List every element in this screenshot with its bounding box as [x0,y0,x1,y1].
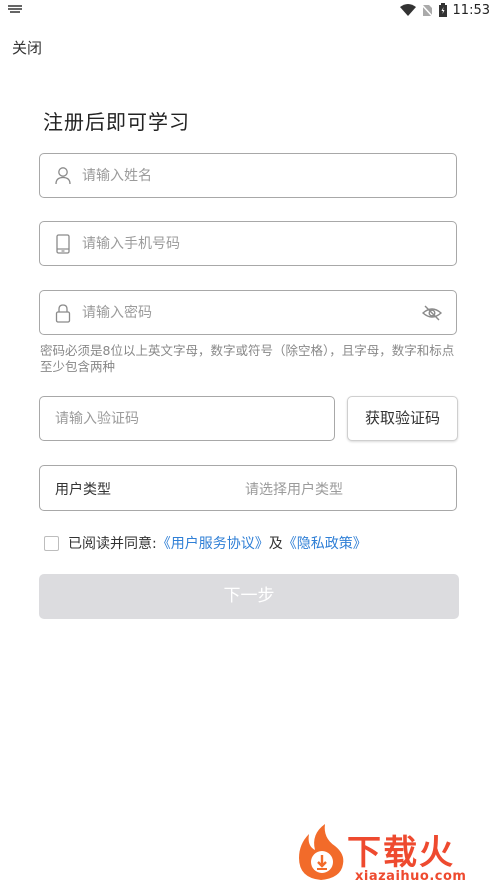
verify-code-field[interactable] [39,396,335,441]
agreement-row: 已阅读并同意: 《用户服务协议》 及 《隐私政策》 [44,534,367,552]
phone-field[interactable] [39,221,457,266]
user-type-select[interactable]: 用户类型 请选择用户类型 [39,465,457,511]
flame-logo-icon [299,824,344,880]
watermark-title: 下载火 [347,833,455,873]
close-button[interactable]: 关闭 [12,37,42,58]
eye-off-icon[interactable] [422,304,442,322]
privacy-policy-link[interactable]: 《隐私政策》 [283,533,367,553]
agreement-conjunction: 及 [268,536,283,552]
verify-code-input[interactable] [55,397,325,440]
status-time: 11:53 [452,2,490,18]
next-button[interactable]: 下一步 [39,574,459,619]
name-input[interactable] [82,154,412,197]
register-page: 11:53 关闭 注册后即可学习 密码必须是 [0,0,498,887]
user-type-label: 用户类型 [55,482,111,498]
agreement-checkbox[interactable] [44,535,59,551]
watermark: 下载火 xiazaihuo.com [295,822,495,887]
user-agreement-link[interactable]: 《用户服务协议》 [157,533,269,553]
page-title: 注册后即可学习 [43,110,190,134]
agreement-prefix: 已阅读并同意: [68,536,157,552]
status-bar: 11:53 [0,0,498,20]
phone-input[interactable] [82,222,412,265]
battery-icon [438,3,447,17]
no-sim-icon [421,3,433,17]
status-icons: 11:53 [399,2,490,18]
name-field[interactable] [39,153,457,198]
user-type-placeholder: 请选择用户类型 [245,482,343,498]
lock-icon [55,304,71,323]
password-input[interactable] [82,291,412,334]
password-field[interactable] [39,290,457,335]
watermark-url: xiazaihuo.com [355,869,467,884]
password-hint: 密码必须是8位以上英文字母，数字或符号（除空格），且字母，数字和标点至少包含两种 [40,343,455,374]
keyboard-icon [8,5,22,13]
wifi-icon [399,4,416,16]
get-code-button[interactable]: 获取验证码 [347,396,458,441]
user-icon [55,167,71,185]
phone-icon [56,234,70,254]
